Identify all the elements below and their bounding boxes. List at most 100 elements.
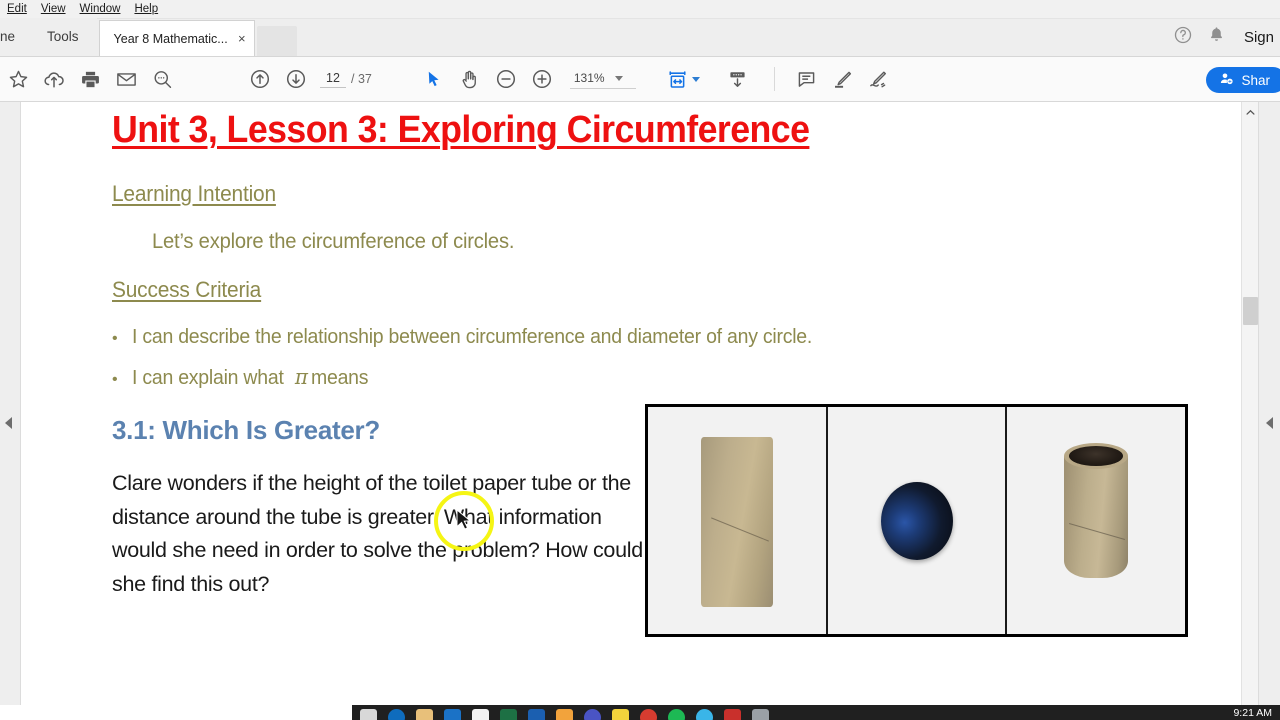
excel-icon[interactable] [500,709,517,720]
learning-intention-text: Let’s explore the circumference of circl… [152,230,515,253]
menu-item-help[interactable]: Help [127,0,165,19]
page-display-group [660,61,756,97]
learning-intention-heading: Learning Intention [112,181,276,206]
file-actions-group [0,61,180,97]
scroll-up-button[interactable] [1242,104,1259,121]
share-button[interactable]: Shar [1206,67,1280,93]
page-nav-group: / 37 [242,61,372,97]
outlook-icon[interactable] [444,709,461,720]
file-explorer-icon[interactable] [416,709,433,720]
pdf-page: Unit 3, Lesson 3: Exploring Circumferenc… [21,102,1237,705]
photo-panel-side-view [648,407,828,634]
tab-strip-left-group: ne Tools [0,18,97,56]
notes-icon[interactable] [612,709,629,720]
page-title: Unit 3, Lesson 3: Exploring Circumferenc… [112,109,810,151]
star-icon[interactable] [0,61,36,97]
bullet-icon: • [112,330,118,347]
cardboard-tube-opening-image [880,481,953,560]
search-icon[interactable] [144,61,180,97]
edge-browser-icon[interactable] [388,709,405,720]
email-icon[interactable] [108,61,144,97]
toilet-paper-tube-photo-strip [645,404,1188,637]
tab-strip: ne Tools Year 8 Mathematic... × Sign [0,18,1280,57]
success-criteria-heading: Success Criteria [112,277,262,302]
task-view-icon[interactable] [360,709,377,720]
settings-icon[interactable] [752,709,769,720]
taskbar-clock[interactable]: 9:21 AM [1233,706,1272,720]
page-up-icon[interactable] [242,61,278,97]
menu-item-window[interactable]: Window [73,0,128,19]
tube-hole [1069,446,1124,466]
zoom-out-icon[interactable] [488,61,524,97]
zoom-level-value: 131% [573,71,605,85]
hand-pan-icon[interactable] [452,61,488,97]
sign-in-button[interactable]: Sign [1240,29,1274,46]
mouse-cursor-icon [456,508,473,537]
help-circle-icon[interactable] [1173,25,1193,50]
list-item: • I can describe the relationship betwee… [112,325,848,349]
sign-icon[interactable] [861,61,897,97]
scroll-mode-icon[interactable] [720,61,756,97]
taskbar-app-preview [0,705,352,720]
scrollbar-thumb[interactable] [1243,297,1258,325]
tab-home[interactable]: ne [0,18,29,56]
photo-panel-top-view [827,407,1008,634]
page-down-icon[interactable] [278,61,314,97]
zoom-level-selector[interactable]: 131% [569,69,636,89]
menu-item-window-label: Window [79,2,121,15]
menu-item-view-label: View [40,2,66,15]
vertical-scrollbar[interactable] [1241,102,1258,705]
cloud-upload-icon[interactable] [36,61,72,97]
acrobat-icon[interactable] [724,709,741,720]
menu-item-view[interactable]: View [34,0,73,19]
pi-symbol: π [294,365,308,389]
comment-icon[interactable] [789,61,825,97]
list-item-label: I can describe the relationship between … [132,325,813,348]
zoom-in-icon[interactable] [524,61,560,97]
bullet-icon: • [112,371,118,388]
collapse-right-arrow-icon[interactable] [1266,417,1273,429]
page-number-input[interactable] [320,70,346,88]
left-navigation-rail[interactable] [0,102,21,705]
chevron-down-icon[interactable] [691,76,700,82]
collapse-left-arrow-icon[interactable] [5,417,12,429]
document-viewport: Unit 3, Lesson 3: Exploring Circumferenc… [0,102,1280,705]
chrome-icon[interactable] [696,709,713,720]
photos-icon[interactable] [556,709,573,720]
select-cursor-icon[interactable] [416,61,452,97]
menu-item-help-label: Help [134,2,159,15]
right-tools-rail[interactable] [1258,102,1280,705]
bell-icon[interactable] [1207,25,1226,49]
annotation-group [789,61,897,97]
spotify-icon[interactable] [668,709,685,720]
tab-document-label: Year 8 Mathematic... [113,31,228,46]
tab-placeholder [256,26,297,56]
close-icon[interactable]: × [238,32,246,45]
main-toolbar: / 37 [0,57,1280,102]
activity-body-text: Clare wonders if the height of the toile… [112,471,643,596]
store-icon[interactable] [472,709,489,720]
tab-strip-right-group: Sign [1173,18,1280,56]
tab-document[interactable]: Year 8 Mathematic... × [98,20,255,56]
print-icon[interactable] [72,61,108,97]
windows-taskbar: 9:21 AM [0,705,1280,720]
word-icon[interactable] [528,709,545,720]
tab-tools[interactable]: Tools [29,18,97,56]
menu-bar: Edit View Window Help [0,0,1280,19]
tube-body [1064,456,1129,578]
add-person-icon [1219,71,1234,89]
taskbar-icon-tray [360,705,769,720]
list-item-label-suffix: means [311,366,369,389]
list-item: • I can explain what π means [112,365,371,390]
list-item-label: I can explain what [132,366,284,389]
recording-icon[interactable] [640,709,657,720]
cardboard-tube-3d-image [1064,443,1129,578]
photo-panel-angled-view [1007,407,1186,634]
cardboard-tube-side-image [700,437,773,607]
highlight-pen-icon[interactable] [825,61,861,97]
page-total-label: / 37 [351,72,372,86]
chevron-down-icon [614,75,623,81]
fit-page-icon[interactable] [660,61,696,97]
menu-item-edit[interactable]: Edit [0,0,34,19]
teams-icon[interactable] [584,709,601,720]
